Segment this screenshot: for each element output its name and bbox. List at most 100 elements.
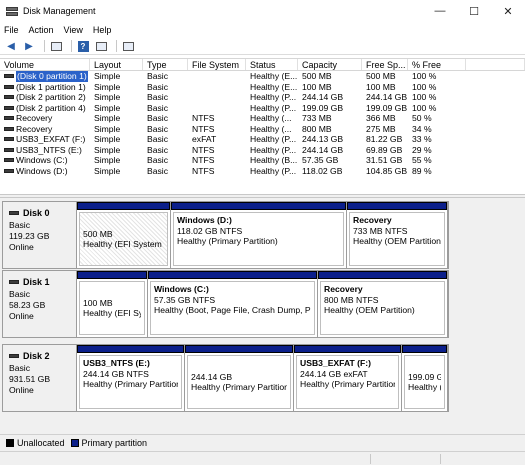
minimize-button[interactable]: — — [423, 0, 457, 22]
partition-block[interactable]: USB3_EXFAT (F:) 244.14 GB exFAT Healthy (P… — [294, 345, 402, 411]
table-row[interactable]: Recovery Simple Basic NTFS Healthy (... 800 M… — [0, 124, 525, 135]
menu-file[interactable]: File — [4, 25, 19, 35]
volume-name: USB3_EXFAT (F:) — [16, 134, 86, 144]
disk-type: Basic — [9, 289, 31, 299]
volume-cell: Windows (D:) — [0, 166, 90, 177]
disk-icon — [9, 211, 19, 215]
disk-row[interactable]: Disk 0 Basic 119.23 GB Online 500 MB Healthy … — [2, 201, 449, 269]
partition-body: Windows (D:) 118.02 GB NTFS Healthy (Prima… — [173, 212, 344, 266]
legend: Unallocated Primary partition — [0, 434, 525, 451]
disk-label[interactable]: Disk 2 Basic 931.51 GB Online — [3, 345, 77, 411]
volume-list-header: Volume Layout Type File System Status Ca… — [0, 59, 525, 71]
table-row[interactable]: (Disk 0 partition 1) Simple Basic Healthy (… — [0, 71, 525, 82]
table-cell: Healthy (P... — [250, 165, 297, 176]
disk-label[interactable]: Disk 1 Basic 58.23 GB Online — [3, 271, 77, 337]
legend-swatch-primary — [70, 439, 79, 447]
table-row[interactable]: Recovery Simple Basic NTFS Healthy (... 733 M… — [0, 113, 525, 124]
table-cell: 118.02 GB — [302, 165, 343, 176]
table-cell: 31.51 GB — [366, 155, 403, 165]
table-row[interactable]: Windows (D:) Simple Basic NTFS Healthy (P...… — [0, 166, 525, 177]
partition-status: Healthy (Primary Partition) — [300, 379, 395, 389]
forward-arrow-icon[interactable]: ▶ — [22, 40, 36, 52]
table-cell: Healthy (... — [250, 123, 292, 134]
console-tree-icon[interactable] — [49, 40, 63, 52]
partition-title: USB3_NTFS (E:) — [83, 358, 150, 368]
table-cell: 104.85 GB — [366, 165, 408, 176]
volume-icon — [4, 116, 14, 121]
close-button[interactable]: ✕ — [491, 0, 525, 22]
table-cell: Basic — [147, 155, 169, 165]
volume-name: USB3_NTFS (E:) — [16, 144, 82, 155]
table-cell: Basic — [147, 81, 169, 92]
table-cell: Healthy (P... — [250, 92, 297, 102]
partition-body: 500 MBHealthy (EFI System Pa — [79, 212, 168, 266]
column-header-volume[interactable]: Volume — [0, 59, 90, 70]
column-header-layout[interactable]: Layout — [90, 59, 143, 70]
menu-help[interactable]: Help — [93, 25, 112, 35]
table-cell: 500 MB — [366, 71, 396, 81]
table-cell: Basic — [147, 71, 169, 81]
disk-size: 931.51 GB — [9, 374, 51, 384]
volume-icon — [4, 168, 14, 173]
partition-block[interactable]: Windows (D:) 118.02 GB NTFS Healthy (Prima… — [171, 202, 347, 268]
partition-type-bar — [185, 345, 293, 353]
partition-block[interactable]: Recovery 733 MB NTFS Healthy (OEM Partitio… — [347, 202, 448, 268]
partition-block[interactable]: Windows (C:) 57.35 GB NTFS Healthy (Boot, … — [148, 271, 318, 337]
disk-management-icon — [6, 6, 18, 16]
volume-list[interactable]: Volume Layout Type File System Status Ca… — [0, 58, 525, 194]
partition-type-bar — [294, 345, 401, 353]
disk-label[interactable]: Disk 0 Basic 119.23 GB Online — [3, 202, 77, 268]
column-header-file-system[interactable]: File System — [188, 59, 246, 70]
volume-icon — [4, 95, 14, 100]
table-cell: Basic — [147, 123, 169, 134]
table-cell: NTFS — [192, 113, 215, 123]
partition-block[interactable]: 500 MBHealthy (EFI System Pa — [77, 202, 171, 268]
table-row[interactable]: (Disk 2 partition 4) Simple Basic Healthy (… — [0, 103, 525, 114]
menu-action[interactable]: Action — [29, 25, 54, 35]
disk-status: Online — [9, 242, 34, 252]
partition-block[interactable]: 199.09 GBHealthy (Primary Partition) — [402, 345, 448, 411]
column-header-free-space[interactable]: Free Sp... — [362, 59, 408, 70]
partition-block[interactable]: USB3_NTFS (E:) 244.14 GB NTFS Healthy (Pri… — [77, 345, 185, 411]
partition-title: Windows (C:) — [154, 284, 209, 294]
partition-block[interactable]: Recovery 800 MB NTFS Healthy (OEM Partitio… — [318, 271, 448, 337]
partition-title: Recovery — [353, 215, 392, 225]
partition-title: Recovery — [324, 284, 363, 294]
menu-view[interactable]: View — [64, 25, 83, 35]
properties-icon[interactable] — [94, 40, 108, 52]
column-header-type[interactable]: Type — [143, 59, 188, 70]
volume-cell: Recovery — [0, 124, 90, 135]
column-header-percent-free[interactable]: % Free — [408, 59, 466, 70]
table-cell: Simple — [94, 102, 121, 113]
column-header-status[interactable]: Status — [246, 59, 298, 70]
partition-block[interactable]: 244.14 GB Healthy (Primary Partition) — [185, 345, 294, 411]
table-row[interactable]: Windows (C:) Simple Basic NTFS Healthy (B...… — [0, 155, 525, 166]
disk-icon — [9, 280, 19, 284]
table-row[interactable]: (Disk 1 partition 1) Simple Basic Healthy (… — [0, 82, 525, 93]
partition-body: 100 MBHealthy (EFI Syst — [79, 281, 145, 335]
disk-row[interactable]: Disk 2 Basic 931.51 GB Online USB3_NTFS (E:)… — [2, 344, 449, 412]
volume-name: Recovery — [16, 123, 53, 134]
partition-block[interactable]: 100 MBHealthy (EFI Syst — [77, 271, 148, 337]
table-cell: 244.14 GB — [302, 92, 344, 102]
back-arrow-icon[interactable]: ◀ — [4, 40, 18, 52]
column-header-capacity[interactable]: Capacity — [298, 59, 362, 70]
table-cell: 733 MB — [302, 113, 332, 123]
disk-name: Disk 1 — [9, 277, 76, 287]
maximize-button[interactable]: ☐ — [457, 0, 491, 22]
disk-view-icon[interactable] — [121, 40, 135, 52]
partition-title: Windows (D:) — [177, 215, 232, 225]
partition-title: USB3_EXFAT (F:) — [300, 358, 371, 368]
disk-row[interactable]: Disk 1 Basic 58.23 GB Online 100 MB Healthy (… — [2, 270, 449, 338]
table-row[interactable]: (Disk 2 partition 2) Simple Basic Healthy (… — [0, 92, 525, 103]
volume-name: Windows (C:) — [16, 155, 68, 165]
table-cell: Healthy (E... — [250, 81, 298, 92]
help-icon[interactable]: ? — [76, 40, 90, 52]
table-cell: NTFS — [192, 155, 215, 165]
table-row[interactable]: USB3_NTFS (E:) Simple Basic NTFS Healthy (P.… — [0, 145, 525, 156]
table-cell: Basic — [147, 134, 169, 144]
partition-body: USB3_NTFS (E:) 244.14 GB NTFS Healthy (Pri… — [79, 355, 182, 409]
table-cell: 50 % — [412, 113, 432, 123]
table-row[interactable]: USB3_EXFAT (F:) Simple Basic exFAT Healthy (… — [0, 134, 525, 145]
partition-status: Healthy (EFI System Pa — [83, 239, 164, 249]
